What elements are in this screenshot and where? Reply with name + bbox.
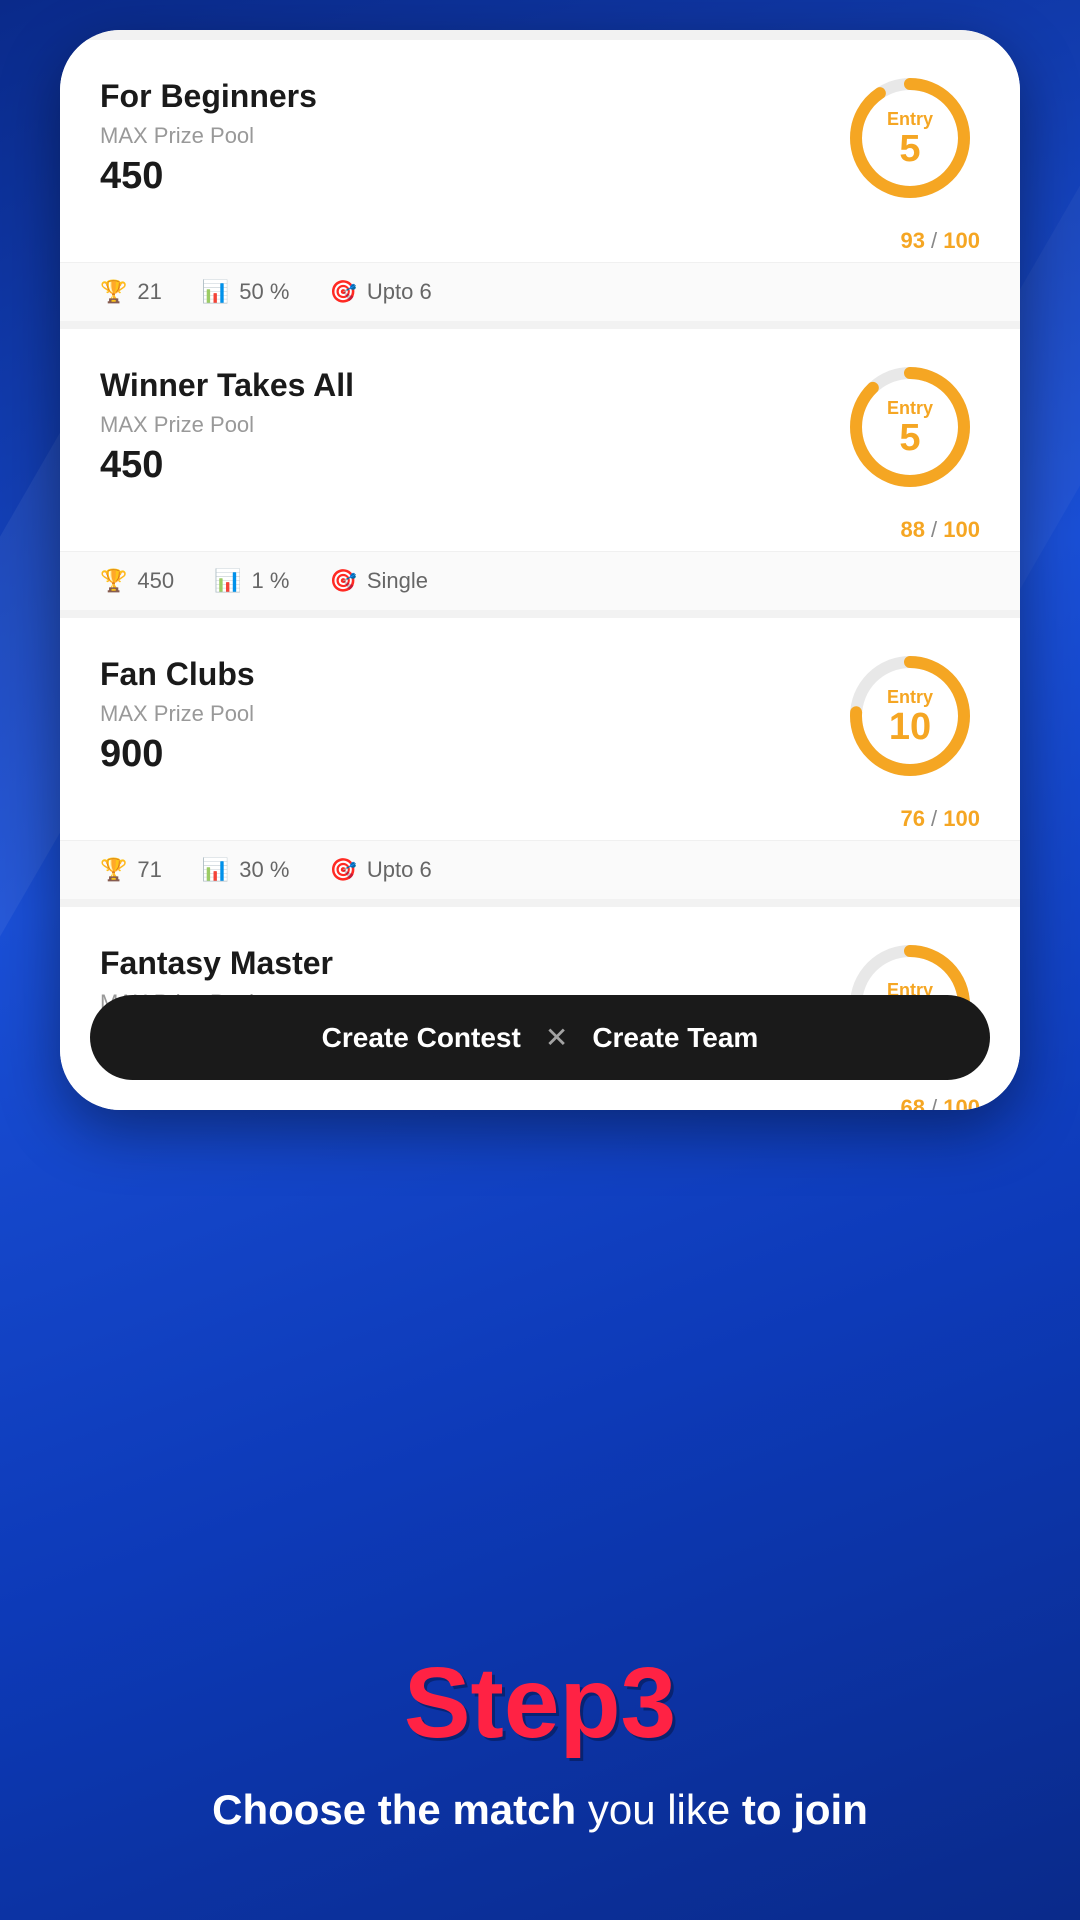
contest-card-beginners[interactable]: For Beginners MAX Prize Pool 450 Entry 5 [60,40,1020,321]
stat-percent-beginners: 📊 50 % [202,279,290,305]
create-contest-button[interactable]: Create Contest [322,1022,521,1054]
trophy-icon-beginners: 🏆 [100,279,127,305]
chart-icon-fanclubs: 📊 [202,857,229,883]
entry-label-fanclubs: Entry [887,687,933,708]
card-pool-beginners: 450 [100,155,317,198]
stat-winners-fanclubs: 🏆 71 [100,857,162,883]
stat-teams-beginners: 🎯 Upto 6 [329,279,431,305]
card-title-winner: Winner Takes All [100,367,354,404]
entry-donut-fanclubs: Entry 10 [840,646,980,786]
stat-percent-fanclubs: 📊 30 % [202,857,290,883]
card-title-beginners: For Beginners [100,78,317,115]
card-pool-winner: 450 [100,444,354,487]
chart-icon-winner: 📊 [214,568,241,594]
entry-donut-winner: Entry 5 [840,357,980,497]
card-subtitle-beginners: MAX Prize Pool [100,123,317,149]
card-title-fanclubs: Fan Clubs [100,656,255,693]
step-section: Step3 Choose the match you like to join [0,1100,1080,1920]
entry-label-beginners: Entry [887,109,933,130]
phone-content: For Beginners MAX Prize Pool 450 Entry 5 [60,30,1020,1110]
contest-card-winner[interactable]: Winner Takes All MAX Prize Pool 450 Entr… [60,329,1020,610]
card-stats-winner: 🏆 450 📊 1 % 🎯 Single [60,551,1020,610]
card-progress-fanclubs: 76 / 100 [60,806,1020,840]
create-team-button[interactable]: Create Team [592,1022,758,1054]
card-stats-fanclubs: 🏆 71 📊 30 % 🎯 Upto 6 [60,840,1020,899]
card-pool-fanclubs: 900 [100,733,255,776]
stat-teams-val-beginners: Upto 6 [367,279,432,305]
stat-teams-fanclubs: 🎯 Upto 6 [329,857,431,883]
stat-winners-winner: 🏆 450 [100,568,174,594]
chart-icon-beginners: 📊 [202,279,229,305]
divider-x-icon: ✕ [545,1021,568,1054]
entry-value-fanclubs: 10 [889,708,931,746]
entry-label-winner: Entry [887,398,933,419]
entry-value-winner: 5 [899,419,920,457]
stat-percent-val-beginners: 50 % [239,279,289,305]
card-progress-beginners: 93 / 100 [60,228,1020,262]
stat-winners-val-winner: 450 [137,568,174,594]
step-desc-normal: you like [576,1786,742,1833]
stat-teams-winner: 🎯 Single [329,568,428,594]
contests-list: For Beginners MAX Prize Pool 450 Entry 5 [60,30,1020,1110]
entry-donut-beginners: Entry 5 [840,68,980,208]
stat-winners-beginners: 🏆 21 [100,279,162,305]
stat-winners-val-fanclubs: 71 [137,857,161,883]
entry-value-beginners: 5 [899,130,920,168]
step-desc-bold1: Choose the match [212,1786,576,1833]
card-stats-beginners: 🏆 21 📊 50 % 🎯 Upto 6 [60,262,1020,321]
card-title-fantasy: Fantasy Master [100,945,333,982]
team-icon-fanclubs: 🎯 [329,857,356,883]
card-info-winner: Winner Takes All MAX Prize Pool 450 [100,367,354,487]
phone-frame: For Beginners MAX Prize Pool 450 Entry 5 [60,30,1020,1110]
stat-percent-val-fanclubs: 30 % [239,857,289,883]
step-desc-bold2: to join [742,1786,868,1833]
step-description: Choose the match you like to join [212,1781,868,1840]
trophy-icon-winner: 🏆 [100,568,127,594]
card-subtitle-winner: MAX Prize Pool [100,412,354,438]
card-info-fanclubs: Fan Clubs MAX Prize Pool 900 [100,656,255,776]
stat-winners-val-beginners: 21 [137,279,161,305]
card-info-beginners: For Beginners MAX Prize Pool 450 [100,78,317,198]
card-subtitle-fanclubs: MAX Prize Pool [100,701,255,727]
trophy-icon-fanclubs: 🏆 [100,857,127,883]
stat-percent-winner: 📊 1 % [214,568,289,594]
step-label: Step3 [404,1646,676,1761]
team-icon-beginners: 🎯 [329,279,356,305]
stat-percent-val-winner: 1 % [252,568,290,594]
contest-card-fanclubs[interactable]: Fan Clubs MAX Prize Pool 900 Entry 10 [60,618,1020,899]
stat-teams-val-winner: Single [367,568,428,594]
card-progress-winner: 88 / 100 [60,517,1020,551]
stat-teams-val-fanclubs: Upto 6 [367,857,432,883]
team-icon-winner: 🎯 [329,568,356,594]
bottom-action-bar: Create Contest ✕ Create Team [90,995,990,1080]
